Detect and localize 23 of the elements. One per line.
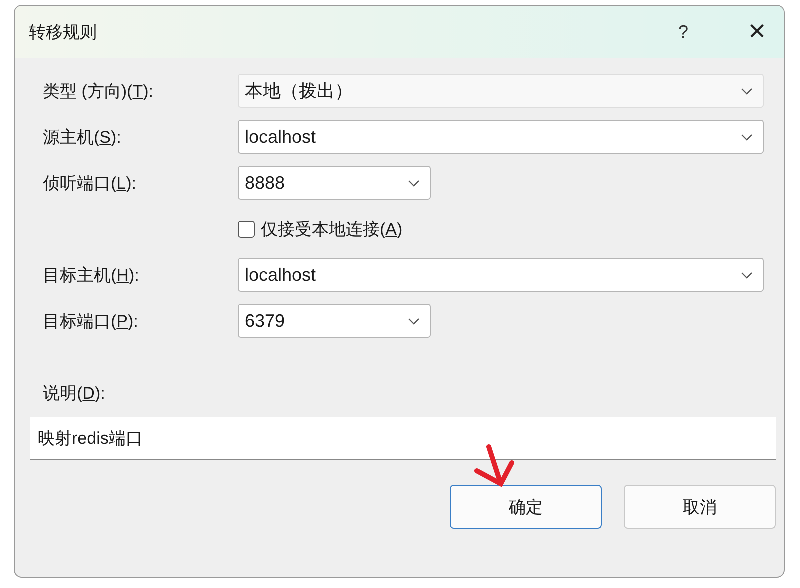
chevron-down-icon <box>408 180 420 186</box>
cancel-button[interactable]: 取消 <box>624 485 776 529</box>
field-label: 目标主机(H): <box>43 264 140 286</box>
help-button[interactable]: ? <box>672 20 694 44</box>
dropdown[interactable]: 本地（拨出） <box>238 74 764 108</box>
chevron-down-icon <box>408 318 420 324</box>
close-button[interactable]: × <box>744 15 770 49</box>
local-only-checkbox[interactable]: 仅接受本地连接(A) <box>238 218 403 240</box>
combo-box[interactable]: localhost <box>238 120 764 154</box>
field-label: 说明(D): <box>43 383 106 405</box>
field-label: 源主机(S): <box>43 126 122 148</box>
field-label: 目标端口(P): <box>43 310 140 332</box>
ok-button[interactable]: 确定 <box>450 485 602 529</box>
description-field[interactable]: 映射redis端口 <box>30 417 776 460</box>
chevron-down-icon <box>741 88 753 94</box>
combo-box[interactable]: localhost <box>238 258 764 292</box>
field-label: 类型 (方向)(T): <box>43 80 154 102</box>
combo-box[interactable]: 8888 <box>238 166 431 200</box>
window-title: 转移规则 <box>29 22 98 44</box>
chevron-down-icon <box>741 134 753 140</box>
combo-box[interactable]: 6379 <box>238 304 431 338</box>
chevron-down-icon <box>741 272 753 278</box>
field-label: 侦听端口(L): <box>43 172 138 194</box>
